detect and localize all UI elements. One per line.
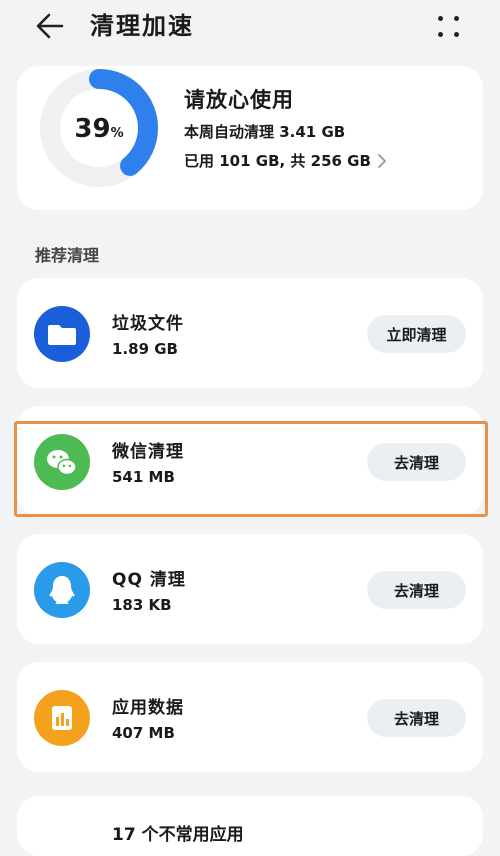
junk-files-icon-bg xyxy=(34,306,90,362)
go-clean-button[interactable]: 去清理 xyxy=(367,443,466,481)
more-menu-button[interactable] xyxy=(434,12,464,42)
list-item-unused-apps[interactable]: 17 个不常用应用 xyxy=(17,796,483,856)
list-item-qq[interactable]: QQ 清理 183 KB 去清理 xyxy=(17,534,483,644)
chevron-right-icon xyxy=(378,153,387,168)
dot-icon xyxy=(454,32,459,37)
item-name: 应用数据 xyxy=(112,698,184,718)
qq-icon-bg xyxy=(34,562,90,618)
folder-icon xyxy=(48,325,76,345)
usage-percent-label: 39% xyxy=(39,114,159,144)
wechat-icon xyxy=(47,450,77,476)
header: 清理加速 xyxy=(0,0,500,56)
arrow-left-icon xyxy=(36,13,64,39)
storage-details-link[interactable]: 已用 101 GB, 共 256 GB xyxy=(184,150,387,171)
list-item-wechat[interactable]: 微信清理 541 MB 去清理 xyxy=(17,406,483,516)
usage-percent-value: 39 xyxy=(74,114,111,144)
list-item-app-data[interactable]: 应用数据 407 MB 去清理 xyxy=(17,662,483,772)
back-button[interactable] xyxy=(34,10,66,42)
auto-clean-text: 本周自动清理 3.41 GB xyxy=(184,123,346,141)
item-name: QQ 清理 xyxy=(112,570,186,590)
item-size: 1.89 GB xyxy=(112,340,178,358)
go-clean-button[interactable]: 去清理 xyxy=(367,571,466,609)
storage-text: 已用 101 GB, 共 256 GB xyxy=(184,152,371,170)
storage-summary-card: 39% 请放心使用 本周自动清理 3.41 GB 已用 101 GB, 共 25… xyxy=(17,66,483,210)
item-name: 垃圾文件 xyxy=(112,314,184,334)
item-size: 407 MB xyxy=(112,724,175,742)
go-clean-button[interactable]: 去清理 xyxy=(367,699,466,737)
item-name: 17 个不常用应用 xyxy=(112,825,244,845)
item-name: 微信清理 xyxy=(112,442,184,462)
item-size: 541 MB xyxy=(112,468,175,486)
wechat-icon-bg xyxy=(34,434,90,490)
status-title: 请放心使用 xyxy=(184,88,294,112)
section-label: 推荐清理 xyxy=(35,246,100,265)
qq-icon xyxy=(49,576,75,604)
dot-icon xyxy=(438,32,443,37)
item-size: 183 KB xyxy=(112,596,172,614)
clean-now-button[interactable]: 立即清理 xyxy=(367,315,466,353)
app-data-icon xyxy=(52,706,72,730)
app-data-icon-bg xyxy=(34,690,90,746)
usage-percent-unit: % xyxy=(110,126,124,141)
page-title: 清理加速 xyxy=(90,12,194,40)
dot-icon xyxy=(454,16,459,21)
dot-icon xyxy=(438,16,443,21)
list-item-junk-files[interactable]: 垃圾文件 1.89 GB 立即清理 xyxy=(17,278,483,388)
